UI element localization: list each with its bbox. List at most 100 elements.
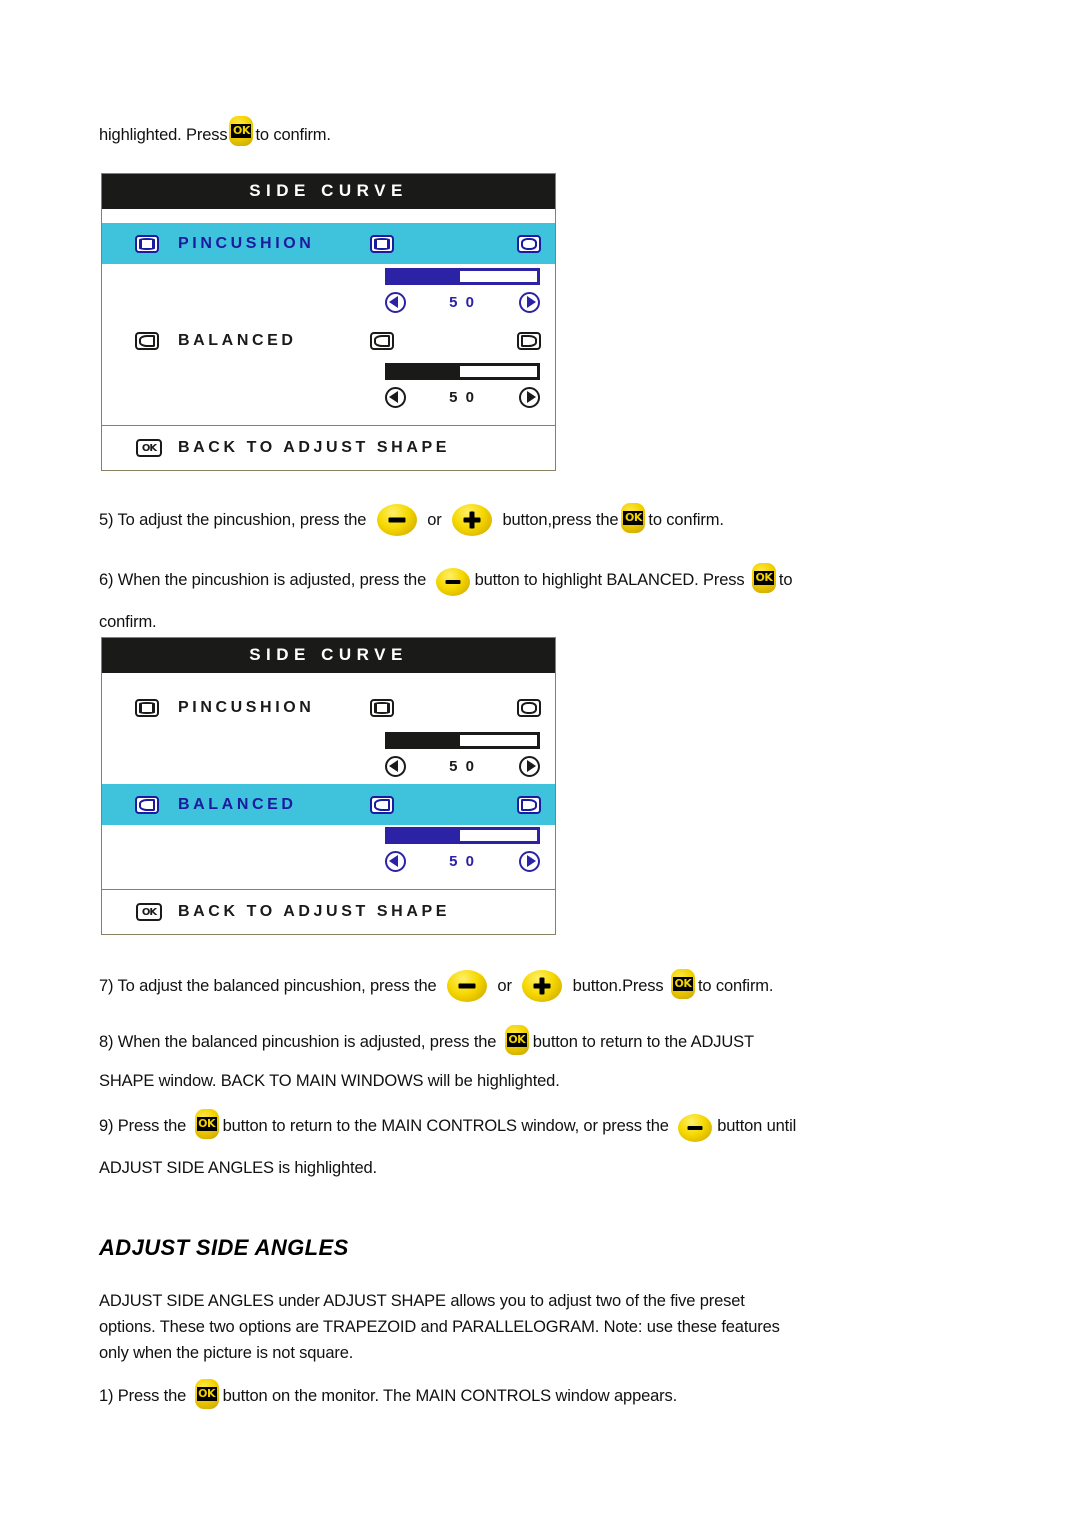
- osd-slider-area-pincushion-2: 5 0: [102, 728, 555, 784]
- ok-glyph-icon: OK: [134, 903, 164, 921]
- osd-menu-side-curve-1: SIDE CURVE PINCUSHION 5 0 BALANCED 5 0 O…: [101, 173, 556, 471]
- increase-arrow-icon[interactable]: [518, 850, 540, 872]
- barrel-icon: [517, 698, 541, 717]
- paragraph-5-text-a: 5) To adjust the pincushion, press the: [99, 511, 367, 529]
- paragraph-1-text-b: button on the monitor. The MAIN CONTROLS…: [222, 1387, 678, 1405]
- paragraph-6-text-a: 6) When the pincushion is adjusted, pres…: [99, 571, 427, 589]
- osd-row-label-balanced-1: BALANCED: [178, 331, 297, 349]
- ok-button-label: OK: [231, 124, 252, 138]
- barrel-icon: [517, 234, 541, 253]
- balanced-left-icon: [370, 795, 394, 814]
- balanced-slider-fill-1: [388, 366, 460, 377]
- paragraph-top-text-a: highlighted. Press: [99, 126, 228, 144]
- paragraph-7-text-c: to confirm.: [697, 977, 774, 995]
- osd-row-balanced-1[interactable]: BALANCED: [102, 320, 555, 361]
- osd-row-label-pincushion-2: PINCUSHION: [178, 698, 315, 716]
- paragraph-5-or: or: [427, 511, 442, 529]
- ok-glyph-text: OK: [141, 443, 157, 454]
- osd-spacer: [102, 673, 555, 687]
- ok-button-label: OK: [753, 571, 774, 585]
- ok-button-icon: OK: [670, 969, 695, 1010]
- paragraph-9: 9) Press the OK button to return to the M…: [99, 1109, 796, 1184]
- pincushion-value-1: 5 0: [449, 293, 476, 311]
- osd-footer-2[interactable]: OK BACK TO ADJUST SHAPE: [102, 890, 555, 934]
- balanced-slider-fill-2: [388, 830, 460, 841]
- ok-button-icon: OK: [621, 503, 646, 544]
- osd-row-pincushion-2[interactable]: PINCUSHION: [102, 687, 555, 728]
- balanced-right-icon: [517, 795, 541, 814]
- increase-arrow-icon[interactable]: [518, 291, 540, 313]
- balanced-left-icon: [132, 331, 162, 350]
- ok-button-label: OK: [506, 1033, 527, 1047]
- osd-row-balanced-2[interactable]: BALANCED: [102, 784, 555, 825]
- section-body-line-3: only when the picture is not square.: [99, 1344, 354, 1362]
- decrease-arrow-icon[interactable]: [385, 755, 406, 777]
- paragraph-8: 8) When the balanced pincushion is adjus…: [99, 1025, 754, 1097]
- paragraph-5: 5) To adjust the pincushion, press the o…: [99, 503, 724, 547]
- increase-arrow-icon[interactable]: [518, 755, 540, 777]
- balanced-left-icon: [370, 331, 394, 350]
- ok-button-icon: OK: [751, 563, 776, 604]
- paragraph-9-text-c: button until: [717, 1117, 797, 1135]
- pincushion-slider-fill-1: [388, 271, 460, 282]
- ok-button-label: OK: [623, 511, 644, 525]
- pincushion-slider-fill-2: [388, 735, 460, 746]
- osd-row-right-icons-balanced-2: [370, 784, 541, 825]
- balanced-value-1: 5 0: [449, 388, 476, 406]
- pincushion-icon: [370, 234, 394, 253]
- osd-row-pincushion-1[interactable]: PINCUSHION: [102, 223, 555, 264]
- osd-spacer: [102, 209, 555, 223]
- paragraph-6-text-b: button to highlight BALANCED. Press: [474, 571, 745, 589]
- osd-footer-1[interactable]: OK BACK TO ADJUST SHAPE: [102, 426, 555, 470]
- osd-title-1: SIDE CURVE: [102, 174, 555, 209]
- paragraph-5-text-b: button,press the: [502, 511, 619, 529]
- pincushion-icon: [370, 698, 394, 717]
- ok-button-icon: OK: [194, 1379, 219, 1420]
- ok-glyph-text: OK: [141, 907, 157, 918]
- pincushion-slider-1[interactable]: [385, 268, 540, 285]
- document-page: highlighted. Press OK to confirm. SIDE CUR…: [0, 0, 1080, 1528]
- paragraph-8-text-b: button to return to the ADJUST: [532, 1033, 754, 1051]
- plus-button-icon: [452, 504, 493, 547]
- paragraph-7-text-a: 7) To adjust the balanced pincushion, pr…: [99, 977, 437, 995]
- osd-row-right-icons-balanced-1: [370, 320, 541, 361]
- osd-row-label-balanced-2: BALANCED: [178, 795, 297, 813]
- pincushion-slider-2[interactable]: [385, 732, 540, 749]
- section-body-line-1: ADJUST SIDE ANGLES under ADJUST SHAPE al…: [99, 1292, 745, 1310]
- osd-footer-label-1: BACK TO ADJUST SHAPE: [178, 439, 451, 456]
- osd-spacer: [102, 881, 555, 889]
- balanced-left-icon: [132, 795, 162, 814]
- minus-button-icon: [678, 1114, 713, 1153]
- paragraph-1-text-a: 1) Press the: [99, 1387, 187, 1405]
- osd-slider-area-balanced-2: 5 0: [102, 825, 555, 881]
- paragraph-5-text-c: to confirm.: [648, 511, 724, 529]
- section-body-paragraph: ADJUST SIDE ANGLES under ADJUST SHAPE al…: [99, 1288, 780, 1366]
- balanced-slider-1[interactable]: [385, 363, 540, 380]
- paragraph-8-line-2: SHAPE window. BACK TO MAIN WINDOWS will …: [99, 1072, 560, 1090]
- decrease-arrow-icon[interactable]: [385, 850, 406, 872]
- paragraph-7: 7) To adjust the balanced pincushion, pr…: [99, 969, 773, 1013]
- plus-button-icon: [522, 970, 563, 1013]
- paragraph-6: 6) When the pincushion is adjusted, pres…: [99, 563, 793, 638]
- paragraph-top: highlighted. Press OK to confirm.: [99, 116, 331, 157]
- ok-button-icon: OK: [504, 1025, 529, 1066]
- balanced-slider-2[interactable]: [385, 827, 540, 844]
- increase-arrow-icon[interactable]: [518, 386, 540, 408]
- section-body-line-2: options. These two options are TRAPEZOID…: [99, 1318, 780, 1336]
- paragraph-9-text-a: 9) Press the: [99, 1117, 187, 1135]
- pincushion-value-2: 5 0: [449, 757, 476, 775]
- minus-button-icon: [376, 504, 417, 547]
- pincushion-icon: [132, 234, 162, 253]
- osd-row-right-icons-2: [370, 687, 541, 728]
- ok-button-label: OK: [672, 977, 693, 991]
- balanced-value-2: 5 0: [449, 852, 476, 870]
- ok-button-label: OK: [196, 1117, 217, 1131]
- paragraph-6-line-2: confirm.: [99, 613, 157, 631]
- osd-body-2: PINCUSHION 5 0 BALANCED 5 0 OK BACK TO A…: [102, 673, 555, 934]
- decrease-arrow-icon[interactable]: [385, 291, 406, 313]
- minus-button-icon: [435, 568, 470, 607]
- decrease-arrow-icon[interactable]: [385, 386, 406, 408]
- minus-button-icon: [446, 970, 487, 1013]
- ok-glyph-icon: OK: [134, 439, 164, 457]
- osd-spacer: [102, 417, 555, 425]
